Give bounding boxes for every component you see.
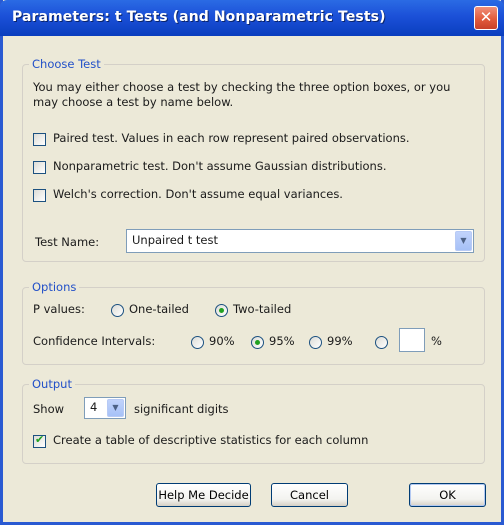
significant-digits-value: 4	[90, 400, 98, 414]
ci-custom-input[interactable]	[399, 328, 425, 352]
p-values-label: P values:	[33, 302, 85, 316]
confidence-intervals-label: Confidence Intervals:	[33, 334, 156, 348]
one-tailed-label[interactable]: One-tailed	[129, 302, 189, 316]
help-me-decide-button[interactable]: Help Me Decide	[156, 483, 251, 507]
ci-95-label[interactable]: 95%	[269, 334, 295, 348]
significant-digits-select[interactable]: 4 ▼	[84, 397, 126, 419]
two-tailed-label[interactable]: Two-tailed	[233, 302, 291, 316]
window-title: Parameters: t Tests (and Nonparametric T…	[12, 9, 386, 25]
dialog-window: Parameters: t Tests (and Nonparametric T…	[0, 0, 504, 525]
ci-90-label[interactable]: 90%	[209, 334, 235, 348]
ci-90-radio[interactable]	[191, 336, 204, 349]
chevron-down-icon[interactable]: ▼	[455, 231, 472, 251]
ci-99-radio[interactable]	[309, 336, 322, 349]
ci-custom-radio[interactable]	[375, 336, 388, 349]
descriptive-stats-label[interactable]: Create a table of descriptive statistics…	[53, 433, 368, 447]
one-tailed-radio[interactable]	[111, 304, 124, 317]
choose-test-legend: Choose Test	[29, 57, 104, 71]
descriptive-stats-checkbox[interactable]	[33, 433, 46, 448]
two-tailed-radio[interactable]	[215, 304, 228, 317]
paired-test-label[interactable]: Paired test. Values in each row represen…	[53, 131, 410, 145]
significant-digits-label: significant digits	[134, 402, 229, 416]
test-name-select[interactable]: Unpaired t test ▼	[126, 229, 474, 253]
show-label: Show	[33, 402, 65, 416]
options-group: Options P values: One-tailed Two-tailed …	[22, 280, 485, 365]
close-button[interactable]: ✕	[474, 6, 498, 30]
chevron-down-icon[interactable]: ▼	[107, 399, 124, 417]
test-name-label: Test Name:	[35, 235, 100, 249]
ok-button[interactable]: OK	[409, 483, 486, 507]
title-bar[interactable]: Parameters: t Tests (and Nonparametric T…	[0, 0, 504, 36]
welch-correction-label[interactable]: Welch's correction. Don't assume equal v…	[53, 187, 343, 201]
welch-correction-checkbox[interactable]	[33, 189, 46, 202]
ci-99-label[interactable]: 99%	[327, 334, 353, 348]
output-group: Output Show 4 ▼ significant digits Creat…	[22, 377, 485, 464]
ci-percent-sign: %	[431, 334, 442, 348]
cancel-button[interactable]: Cancel	[271, 483, 348, 507]
ci-95-radio[interactable]	[251, 336, 264, 349]
nonparametric-checkbox[interactable]	[33, 161, 46, 174]
choose-test-group: Choose Test You may either choose a test…	[22, 57, 485, 262]
output-legend: Output	[29, 377, 75, 391]
paired-test-checkbox[interactable]	[33, 133, 46, 146]
choose-test-intro: You may either choose a test by checking…	[33, 80, 451, 109]
nonparametric-label[interactable]: Nonparametric test. Don't assume Gaussia…	[53, 159, 387, 173]
test-name-value: Unpaired t test	[132, 233, 219, 247]
options-legend: Options	[29, 280, 80, 294]
close-icon: ✕	[479, 8, 493, 26]
